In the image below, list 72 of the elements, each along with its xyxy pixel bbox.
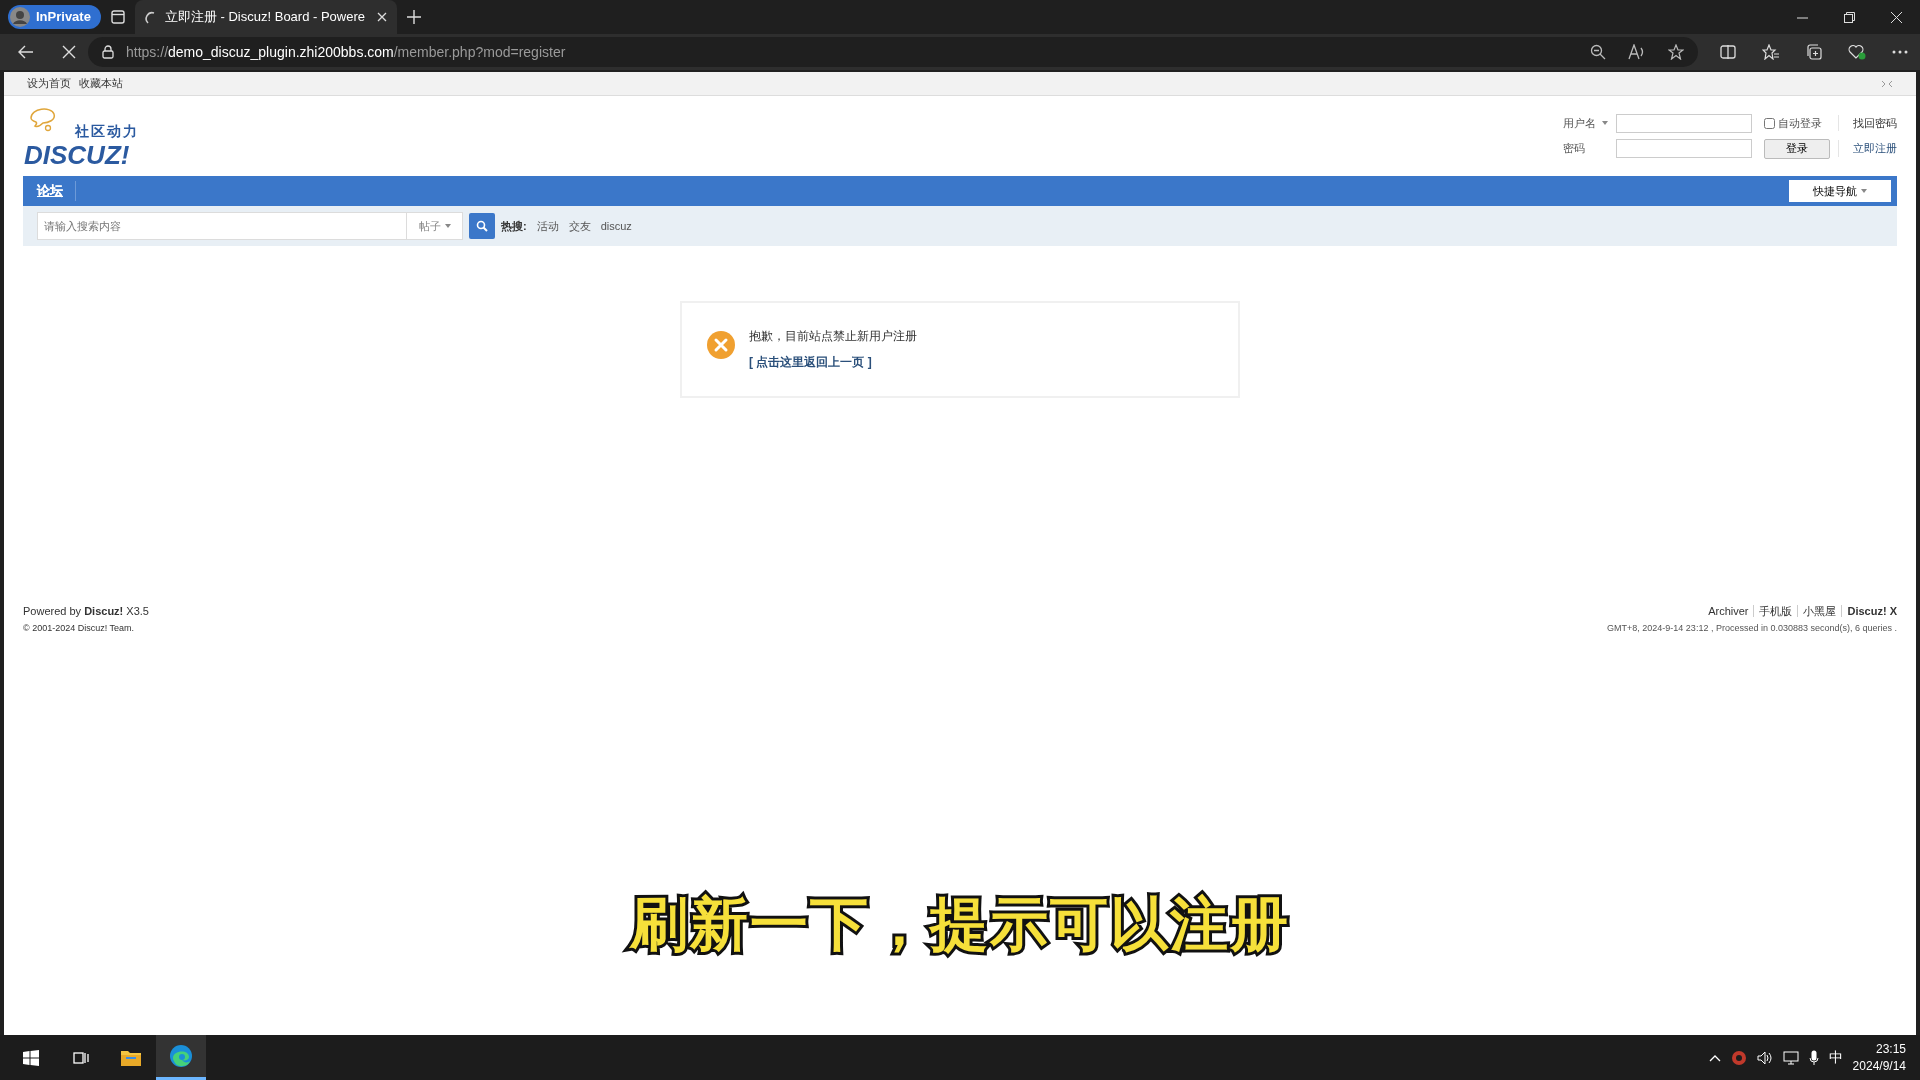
close-icon[interactable] bbox=[1891, 11, 1902, 23]
tab-actions-icon[interactable] bbox=[110, 10, 125, 24]
footer-link[interactable]: Discuz! X bbox=[1841, 605, 1897, 617]
collections-icon[interactable] bbox=[1806, 44, 1822, 60]
restore-icon[interactable] bbox=[1844, 11, 1855, 23]
subtitle-text: 刷新一下，提示可以注册 bbox=[628, 890, 1291, 958]
footer-link[interactable]: Archiver bbox=[1708, 605, 1749, 617]
chevron-up-icon[interactable] bbox=[1708, 1053, 1721, 1062]
username-field[interactable] bbox=[1616, 113, 1752, 133]
error-message: 抱歉，目前站点禁止新用户注册 bbox=[749, 328, 917, 345]
search-button[interactable] bbox=[469, 213, 495, 239]
stop-icon[interactable] bbox=[62, 45, 76, 59]
clock-time[interactable]: 23:15 bbox=[1852, 1041, 1906, 1058]
caret-icon bbox=[444, 224, 451, 228]
folder-icon[interactable] bbox=[120, 1048, 142, 1067]
search-type-dropdown[interactable]: 帖子 bbox=[407, 212, 463, 240]
nav-tab[interactable]: 论坛 bbox=[37, 181, 76, 201]
footer-link[interactable]: 小黑屋 bbox=[1797, 605, 1837, 617]
hot-search-link[interactable]: 交友 bbox=[568, 217, 591, 235]
stats-text: GMT+8, 2024-9-14 23:12 , Processed in 0.030883 second(s), 6 queries . bbox=[1607, 621, 1897, 635]
heart-icon[interactable] bbox=[1848, 44, 1866, 60]
split-screen-icon[interactable] bbox=[1720, 44, 1736, 60]
search-field[interactable]: 请输入搜索内容 bbox=[37, 212, 407, 240]
hot-search-link[interactable]: discuz bbox=[600, 217, 632, 235]
task-view-icon[interactable] bbox=[73, 1049, 89, 1066]
app-tray-icon[interactable] bbox=[1730, 1049, 1747, 1066]
discuz-logo[interactable]: 社区动力 DISCUZ! bbox=[23, 104, 143, 168]
auto-login-checkbox[interactable] bbox=[1764, 117, 1775, 129]
forgot-password-link[interactable]: 找回密码 bbox=[1838, 114, 1897, 132]
auto-login-label[interactable]: 自动登录 bbox=[1778, 114, 1822, 132]
close-icon[interactable] bbox=[376, 12, 387, 22]
top-link[interactable]: 收藏本站 bbox=[79, 75, 123, 92]
password-field[interactable] bbox=[1616, 139, 1752, 158]
zoom-out-icon[interactable] bbox=[1590, 44, 1606, 60]
copyright-text: © 2001-2024 Discuz! Team. bbox=[23, 621, 136, 635]
start-icon[interactable] bbox=[23, 1049, 39, 1066]
address-bar[interactable]: https://demo_discuz_plugin.zhi200bbs.com/member.php?mod=register bbox=[88, 37, 1698, 67]
back-link[interactable]: [ 点击这里返回上一页 ] bbox=[749, 353, 917, 371]
more-icon[interactable] bbox=[1892, 50, 1908, 54]
lock-icon bbox=[102, 45, 114, 59]
error-icon bbox=[707, 331, 735, 359]
microphone-icon[interactable] bbox=[1808, 1049, 1819, 1066]
login-button[interactable]: 登录 bbox=[1764, 138, 1830, 159]
new-tab-icon[interactable] bbox=[406, 10, 421, 24]
volume-icon[interactable] bbox=[1756, 1050, 1773, 1065]
password-label: 密码 bbox=[1563, 141, 1586, 157]
inprivate-label: InPrivate bbox=[36, 8, 91, 27]
footer-link[interactable]: 手机版 bbox=[1753, 605, 1793, 617]
top-link[interactable]: 设为首页 bbox=[27, 75, 71, 92]
search-icon bbox=[476, 220, 488, 232]
network-icon[interactable] bbox=[1782, 1050, 1799, 1065]
powered-by-text: Powered by Discuz! X3.5 bbox=[23, 604, 149, 619]
quick-nav-button[interactable]: 快捷导航 bbox=[1789, 180, 1891, 202]
star-icon[interactable] bbox=[1668, 44, 1684, 60]
input-method-indicator[interactable]: 中 bbox=[1828, 1047, 1843, 1068]
caret-icon bbox=[1602, 121, 1608, 125]
url-text: https://demo_discuz_plugin.zhi200bbs.com/member.php?mod=register bbox=[126, 42, 566, 62]
register-link[interactable]: 立即注册 bbox=[1838, 140, 1897, 157]
browser-tab[interactable]: 立即注册 - Discuz! Board - Powere bbox=[134, 0, 397, 34]
tab-title: 立即注册 - Discuz! Board - Powere bbox=[164, 8, 367, 27]
hot-search-label: 热搜: bbox=[501, 218, 527, 234]
collapse-icon[interactable] bbox=[1881, 79, 1893, 88]
clock-date[interactable]: 2024/9/14 bbox=[1852, 1057, 1906, 1074]
username-label[interactable]: 用户名 bbox=[1563, 114, 1608, 132]
caret-icon bbox=[1861, 189, 1867, 193]
read-aloud-icon[interactable] bbox=[1628, 44, 1646, 60]
favorites-icon[interactable] bbox=[1762, 44, 1780, 60]
browser-icon[interactable] bbox=[169, 1044, 193, 1068]
back-icon[interactable] bbox=[18, 45, 34, 59]
hot-search-link[interactable]: 活动 bbox=[536, 217, 559, 235]
inprivate-badge[interactable]: InPrivate bbox=[8, 5, 101, 29]
user-icon bbox=[10, 7, 30, 27]
